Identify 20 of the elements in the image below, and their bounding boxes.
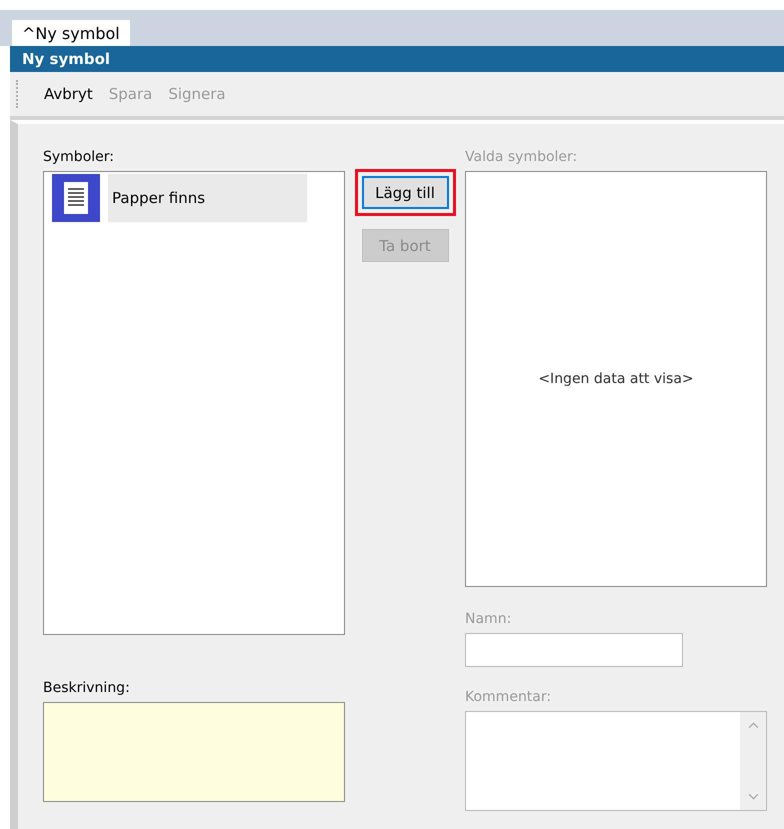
action-button[interactable]: Lägg till — [362, 176, 448, 209]
field-label: Symboler: — [43, 149, 115, 167]
scroll-down-icon[interactable] — [748, 793, 758, 800]
empty-message: <Ingen data att visa> — [538, 371, 694, 387]
field-label: Beskrivning: — [43, 680, 131, 698]
document-tab[interactable]: ^Ny symbol — [12, 20, 130, 46]
scrollbar[interactable] — [740, 712, 766, 810]
grip-icon[interactable] — [16, 80, 20, 108]
name-field[interactable] — [465, 633, 683, 667]
field-label: Kommentar: — [465, 689, 552, 707]
description-field[interactable] — [43, 702, 345, 802]
document-icon — [52, 174, 100, 222]
scroll-up-icon[interactable] — [748, 722, 758, 729]
toolbar-button[interactable]: Avbryt — [38, 83, 99, 105]
symbol-list-item[interactable]: Papper finns — [108, 174, 307, 222]
field-label: Namn: — [465, 611, 512, 629]
symbol-list[interactable]: Papper finns — [43, 171, 345, 635]
comment-field[interactable] — [465, 711, 767, 811]
field-label: Valda symboler: — [465, 149, 578, 167]
window-title: Ny symbol — [22, 50, 110, 68]
